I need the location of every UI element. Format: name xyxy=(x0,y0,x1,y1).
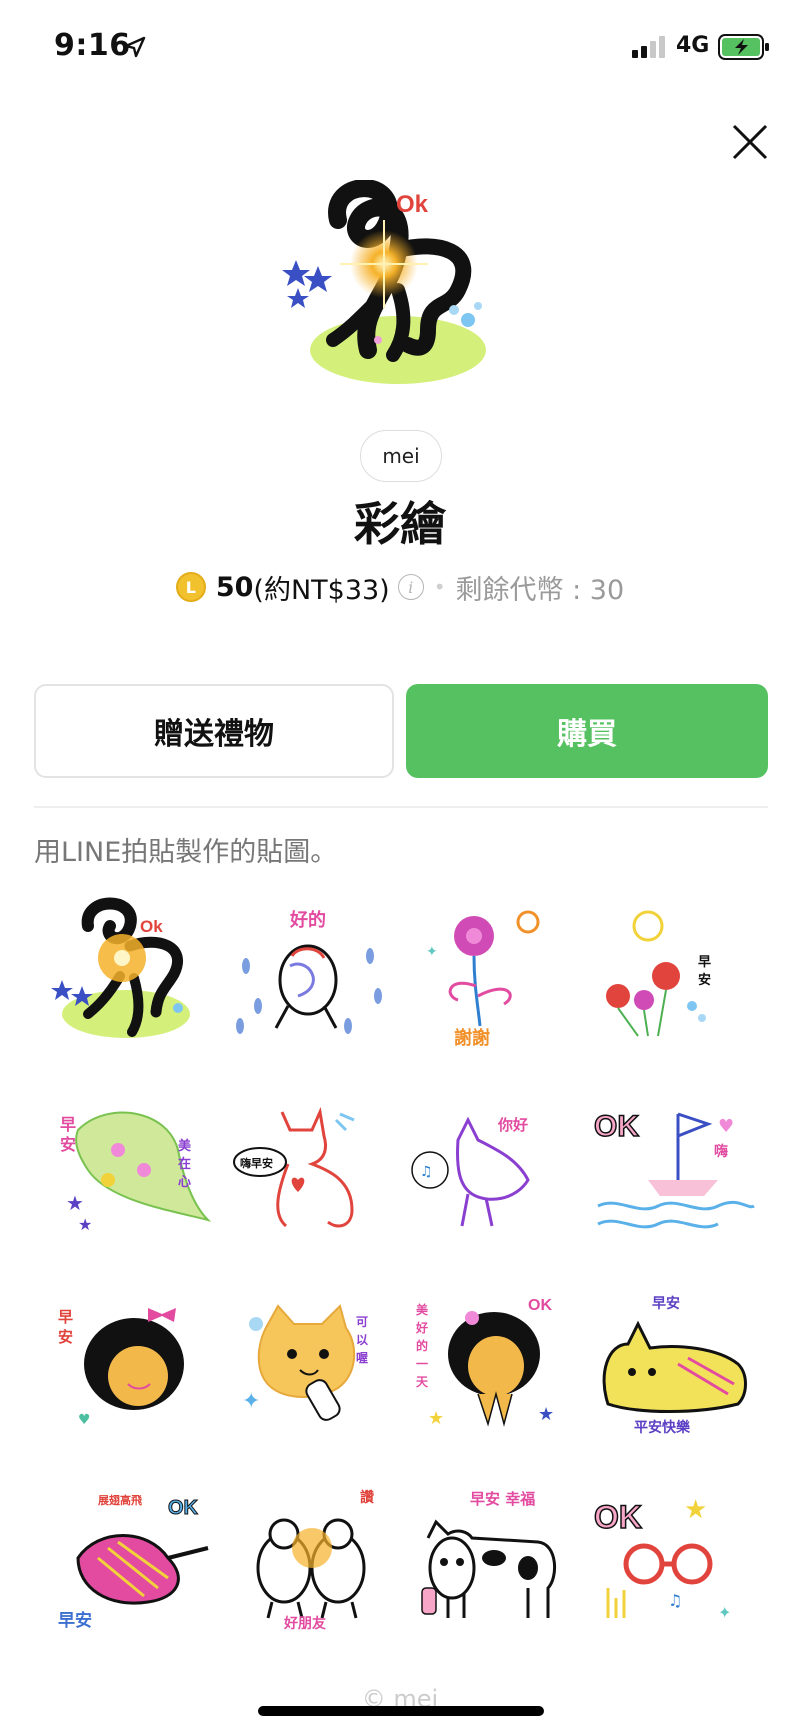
sticker-text: 美 xyxy=(416,1302,429,1317)
sticker-text: 喔 xyxy=(356,1351,368,1365)
sticker-text: 好 xyxy=(415,1320,428,1335)
sticker-item[interactable]: 可 以 喔 ✦ xyxy=(228,1284,398,1444)
sticker-text: 可 xyxy=(356,1315,368,1329)
sticker-text: Ok xyxy=(140,917,163,936)
sticker-text: 早 xyxy=(60,1115,76,1134)
sticker-text: 讚 xyxy=(360,1489,374,1506)
sticker-text: 謝謝 xyxy=(454,1027,490,1049)
sticker-description: 用LINE拍貼製作的貼圖。 xyxy=(34,837,338,868)
remaining-coins: 剩餘代幣 : 30 xyxy=(455,574,625,606)
sticker-text: 安 xyxy=(60,1135,76,1154)
sticker-item[interactable]: 讚 好朋友 xyxy=(228,1478,398,1638)
svg-text:✦: ✦ xyxy=(718,1603,731,1622)
sticker-text: 好朋友 xyxy=(283,1615,326,1632)
buy-button[interactable]: 購買 xyxy=(406,684,768,778)
svg-text:✦: ✦ xyxy=(242,1389,260,1414)
sticker-text: 一 xyxy=(416,1357,428,1371)
network-type: 4G xyxy=(676,33,710,58)
gift-button[interactable]: 贈送禮物 xyxy=(34,684,394,778)
sticker-item[interactable]: 美 好 的 一 天 OK ★ ★ xyxy=(408,1284,578,1444)
sticker-text: OK xyxy=(528,1297,552,1314)
sticker-text: 的 xyxy=(416,1338,428,1353)
sticker-text: 早 xyxy=(698,955,711,970)
status-bar: 9:16 4G xyxy=(0,0,800,96)
sticker-item[interactable]: 展翅高飛 OK 早安 xyxy=(48,1478,218,1638)
sticker-text: 在 xyxy=(178,1156,191,1172)
svg-text:♫: ♫ xyxy=(420,1164,433,1180)
svg-text:♥: ♥ xyxy=(718,1116,734,1137)
sticker-text: 心 xyxy=(178,1175,191,1190)
location-arrow-icon xyxy=(124,36,146,58)
sticker-text: 嗨早安 xyxy=(240,1156,273,1170)
home-indicator[interactable] xyxy=(258,1706,544,1716)
sticker-text: 早安 幸福 xyxy=(470,1490,535,1508)
sticker-text: 安 xyxy=(58,1328,73,1346)
sticker-item[interactable]: 謝謝 ✦ xyxy=(408,896,578,1056)
separator-dot: • xyxy=(433,575,446,599)
sticker-text: OK xyxy=(594,1499,642,1535)
sticker-text: 展翅高飛 xyxy=(97,1493,142,1507)
info-icon[interactable]: i xyxy=(397,574,424,600)
sticker-item[interactable]: 嗨早安 xyxy=(228,1090,398,1250)
sticker-text: 你好 xyxy=(497,1116,528,1134)
svg-text:✦: ✦ xyxy=(426,944,438,960)
sticker-text: OK xyxy=(594,1110,639,1143)
sticker-text: 天 xyxy=(416,1375,429,1389)
sticker-item[interactable]: 早 安 xyxy=(588,896,758,1056)
sticker-text: 早安 xyxy=(58,1610,92,1631)
sticker-text: 以 xyxy=(356,1333,368,1347)
close-icon[interactable] xyxy=(728,120,772,164)
line-coin-icon: L xyxy=(175,572,206,602)
svg-text:★: ★ xyxy=(78,1215,92,1234)
sticker-text: 平安快樂 xyxy=(634,1419,691,1436)
sticker-item[interactable]: 好的 xyxy=(228,896,398,1056)
sticker-item[interactable]: 早 安 美 在 心 ★ ★ xyxy=(48,1090,218,1250)
sticker-item[interactable]: 早 安 ♥ xyxy=(48,1284,218,1444)
divider xyxy=(34,806,768,808)
sticker-item[interactable]: 早安 平安快樂 xyxy=(588,1284,758,1444)
hero-sticker-image: Ok xyxy=(282,180,486,384)
sticker-item[interactable]: Ok xyxy=(48,896,218,1056)
sticker-text: OK xyxy=(168,1497,199,1519)
svg-text:★: ★ xyxy=(684,1495,707,1525)
sticker-text: 好的 xyxy=(289,909,326,931)
svg-text:♫: ♫ xyxy=(668,1591,682,1610)
sticker-title: 彩繪 xyxy=(354,497,446,551)
author-tag[interactable]: mei xyxy=(360,430,442,482)
price-approx: (約NT$33) xyxy=(253,574,390,606)
svg-text:★: ★ xyxy=(66,1191,84,1215)
battery-charging-icon xyxy=(718,34,769,60)
svg-text:★: ★ xyxy=(428,1408,444,1429)
price-row: L 50 (約NT$33) i • 剩餘代幣 : 30 xyxy=(0,565,800,609)
sticker-text: 嗨 xyxy=(714,1143,728,1160)
sticker-text: 安 xyxy=(698,972,711,988)
sticker-item[interactable]: 早安 幸福 xyxy=(408,1478,578,1638)
sticker-item[interactable]: OK ★ ♫ ✦ xyxy=(588,1478,758,1638)
svg-text:Ok: Ok xyxy=(396,191,429,218)
sticker-grid: Ok 好的 謝謝 ✦ 早 安 早 安 美 在 心 ★ ★ 嗨早安 你好 ♫ OK… xyxy=(34,880,768,1660)
sticker-text: 早安 xyxy=(652,1295,680,1312)
sticker-item[interactable]: OK 嗨 ♥ xyxy=(588,1090,758,1250)
sticker-text: 美 xyxy=(178,1138,192,1154)
sticker-text: 早 xyxy=(58,1308,73,1326)
cellular-signal-icon xyxy=(632,36,665,58)
price-amount: 50 xyxy=(215,571,254,603)
svg-text:♥: ♥ xyxy=(78,1412,91,1428)
svg-text:★: ★ xyxy=(538,1404,554,1425)
status-time: 9:16 xyxy=(54,28,131,63)
sticker-item[interactable]: 你好 ♫ xyxy=(408,1090,578,1250)
